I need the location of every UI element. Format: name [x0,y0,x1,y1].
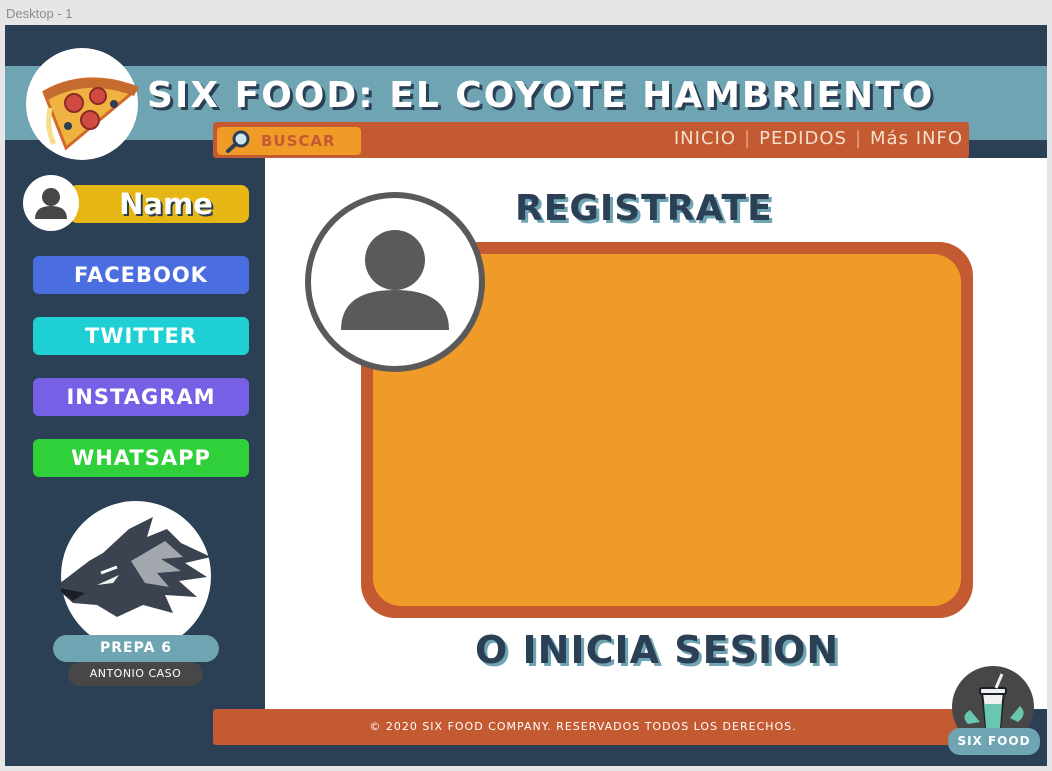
school-logo [55,501,211,651]
main-panel: REGISTRATE O INICIA SESION [265,158,1047,709]
nav-bar: BUSCAR INICIO | PEDIDOS | Más INFO [213,122,969,158]
footer-copyright: © 2020 SIX FOOD COMPANY. RESERVADOS TODO… [369,720,797,733]
facebook-button[interactable]: FACEBOOK [33,256,249,294]
nav-link-mas-info[interactable]: Más INFO [870,128,963,149]
site-title: SIX FOOD: EL COYOTE HAMBRIENTO [147,75,935,116]
school-sub-badge: ANTONIO CASO [68,662,203,686]
page-frame: SIX FOOD: EL COYOTE HAMBRIENTO BUSCAR IN… [5,25,1047,766]
brand-badge: SIX FOOD [948,728,1040,755]
nav-separator: | [854,128,863,149]
wolf-icon [55,517,211,617]
pizza-logo [26,48,141,160]
nav-separator: | [744,128,752,149]
user-icon [341,230,449,330]
magnifier-icon [226,130,250,153]
footer-bar: © 2020 SIX FOOD COMPANY. RESERVADOS TODO… [213,709,973,745]
user-avatar[interactable] [23,175,79,231]
sidebar-user: Name [23,175,251,233]
login-link[interactable]: O INICIA SESION [475,628,839,672]
nav-link-pedidos[interactable]: PEDIDOS [759,128,847,149]
instagram-button[interactable]: INSTAGRAM [33,378,249,416]
user-name: Name [69,185,249,223]
school-name-badge: PREPA 6 [53,635,219,662]
frame-label: Desktop - 1 [6,6,73,21]
search-button[interactable]: BUSCAR [217,127,361,155]
nav-links: INICIO | PEDIDOS | Más INFO [674,128,963,149]
nav-link-inicio[interactable]: INICIO [674,128,736,149]
whatsapp-button[interactable]: WHATSAPP [33,439,249,477]
register-title: REGISTRATE [515,188,773,229]
register-avatar[interactable] [305,192,485,372]
search-button-label: BUSCAR [261,132,336,150]
twitter-button[interactable]: TWITTER [33,317,249,355]
user-icon [35,188,67,219]
pizza-icon [42,77,141,151]
